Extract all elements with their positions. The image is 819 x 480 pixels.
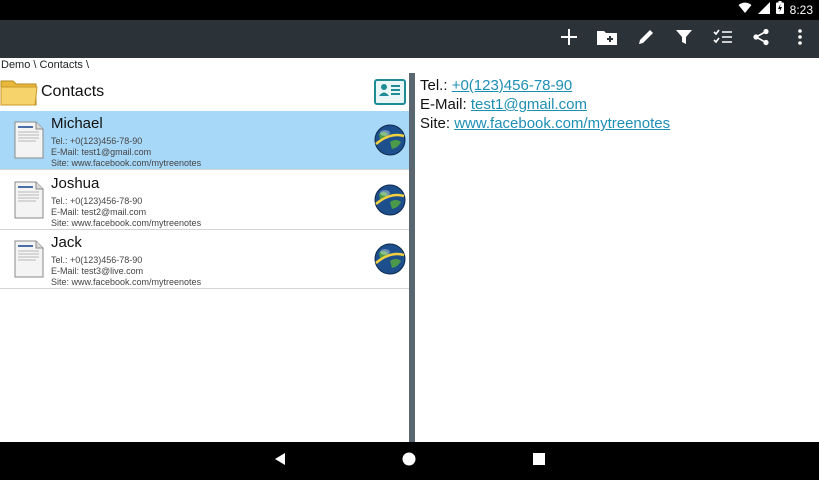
share-button[interactable]: [742, 20, 780, 58]
detail-tel-label: Tel.:: [420, 77, 448, 94]
detail-site-line: Site: www.facebook.com/mytreenotes: [420, 114, 814, 133]
contact-row-jack[interactable]: Jack Tel.: +0(123)456-78-90 E-Mail: test…: [0, 230, 409, 289]
contact-name: Jack: [51, 234, 82, 251]
contact-site: Site: www.facebook.com/mytreenotes: [51, 218, 202, 228]
folder-icon: [0, 77, 38, 107]
recents-icon: [533, 452, 545, 470]
status-icons: 8:23: [738, 0, 813, 20]
cell-signal-icon: [757, 1, 770, 19]
contact-site: Site: www.facebook.com/mytreenotes: [51, 158, 202, 168]
globe-icon[interactable]: [374, 124, 406, 156]
contact-email: E-Mail: test2@mail.com: [51, 207, 147, 217]
home-icon: [402, 452, 416, 471]
recents-button[interactable]: [520, 442, 558, 480]
contact-email: E-Mail: test3@live.com: [51, 266, 144, 276]
detail-tel-link[interactable]: +0(123)456-78-90: [452, 77, 573, 94]
app-root: 8:23 Demo \ Contacts \ Contacts Michael …: [0, 0, 819, 480]
detail-email-label: E-Mail:: [420, 96, 467, 113]
filter-button[interactable]: [665, 20, 703, 58]
status-time: 8:23: [789, 3, 813, 17]
edit-icon: [637, 28, 655, 51]
app-toolbar: [0, 20, 819, 58]
detail-email-line: E-Mail: test1@gmail.com: [420, 95, 814, 114]
detail-email-link[interactable]: test1@gmail.com: [471, 96, 587, 113]
wifi-icon: [738, 1, 752, 19]
add-icon: [560, 28, 578, 51]
contact-tel: Tel.: +0(123)456-78-90: [51, 136, 143, 146]
folder-label: Contacts: [41, 83, 105, 100]
filter-icon: [675, 28, 693, 51]
contact-tel: Tel.: +0(123)456-78-90: [51, 255, 143, 265]
system-nav-bar: [0, 442, 819, 480]
home-button[interactable]: [390, 442, 428, 480]
document-icon: [14, 240, 44, 278]
folder-row-contacts[interactable]: Contacts: [0, 73, 409, 111]
globe-icon[interactable]: [374, 243, 406, 275]
notes-tree-pane: Contacts Michael Tel.: +0(123)456-78-90 …: [0, 73, 409, 442]
note-detail-pane: Tel.: +0(123)456-78-90 E-Mail: test1@gma…: [415, 73, 819, 442]
back-button[interactable]: [261, 442, 299, 480]
contact-tel: Tel.: +0(123)456-78-90: [51, 196, 143, 206]
breadcrumb[interactable]: Demo \ Contacts \: [0, 58, 89, 73]
add-button[interactable]: [550, 20, 588, 58]
more-icon: [797, 28, 803, 51]
detail-tel-line: Tel.: +0(123)456-78-90: [420, 76, 814, 95]
contact-name: Joshua: [51, 175, 100, 192]
add-folder-button[interactable]: [588, 20, 626, 58]
contact-row-joshua[interactable]: Joshua Tel.: +0(123)456-78-90 E-Mail: te…: [0, 171, 409, 230]
edit-button[interactable]: [627, 20, 665, 58]
globe-icon[interactable]: [374, 184, 406, 216]
contact-card-button[interactable]: [374, 79, 406, 105]
more-options-button[interactable]: [781, 20, 819, 58]
back-icon: [273, 452, 287, 471]
contact-email: E-Mail: test1@gmail.com: [51, 147, 152, 157]
detail-site-label: Site:: [420, 115, 451, 132]
contact-row-michael[interactable]: Michael Tel.: +0(123)456-78-90 E-Mail: t…: [0, 111, 409, 170]
checklist-icon: [713, 29, 733, 50]
checklist-button[interactable]: [704, 20, 742, 58]
battery-icon: [775, 1, 784, 19]
contact-card-icon: [378, 82, 402, 103]
document-icon: [14, 181, 44, 219]
add-folder-icon: [597, 29, 617, 50]
document-icon: [14, 121, 44, 159]
status-bar: 8:23: [0, 0, 819, 20]
contact-site: Site: www.facebook.com/mytreenotes: [51, 277, 202, 287]
contact-name: Michael: [51, 115, 103, 132]
share-icon: [752, 28, 770, 51]
detail-site-link[interactable]: www.facebook.com/mytreenotes: [454, 115, 670, 132]
